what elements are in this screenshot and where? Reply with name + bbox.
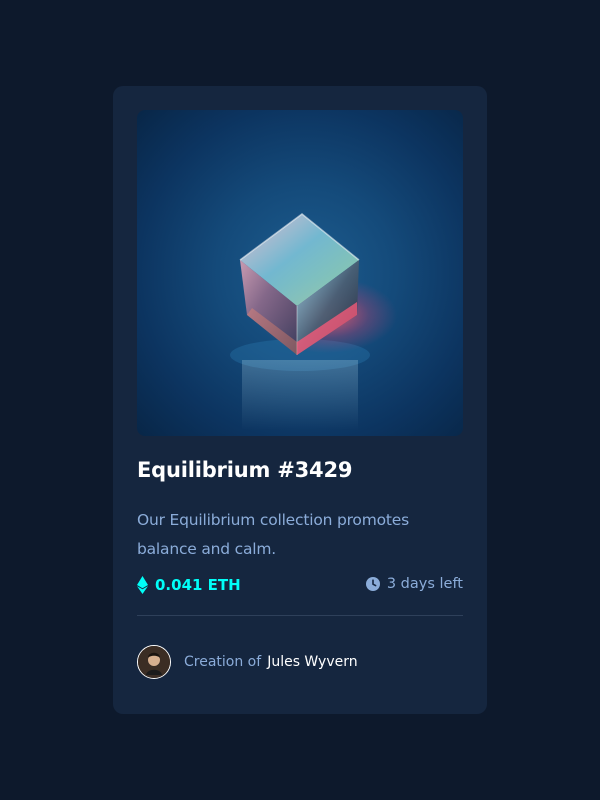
creator-row: Creation of Jules Wyvern [137, 645, 358, 679]
nft-description: Our Equilibrium collection promotes bala… [137, 511, 409, 558]
nft-preview-card: Equilibrium #3429 Our Equilibrium collec… [113, 86, 487, 714]
price-container: 0.041 ETH [137, 576, 241, 594]
creator-name[interactable]: Jules Wyvern [267, 654, 357, 670]
cube-illustration [230, 213, 397, 430]
creator-avatar [137, 645, 171, 679]
clock-icon [365, 577, 380, 591]
creator-prefix: Creation of [184, 654, 262, 670]
time-left-container: 3 days left [365, 576, 463, 592]
card-divider [137, 615, 463, 616]
nft-title[interactable]: Equilibrium #3429 [137, 458, 352, 482]
price-value: 0.041 ETH [155, 576, 241, 594]
nft-meta-row: 0.041 ETH 3 days left [137, 576, 463, 598]
nft-artwork-image[interactable] [137, 110, 463, 436]
ethereum-icon [137, 576, 148, 594]
time-left-value: 3 days left [386, 576, 463, 592]
